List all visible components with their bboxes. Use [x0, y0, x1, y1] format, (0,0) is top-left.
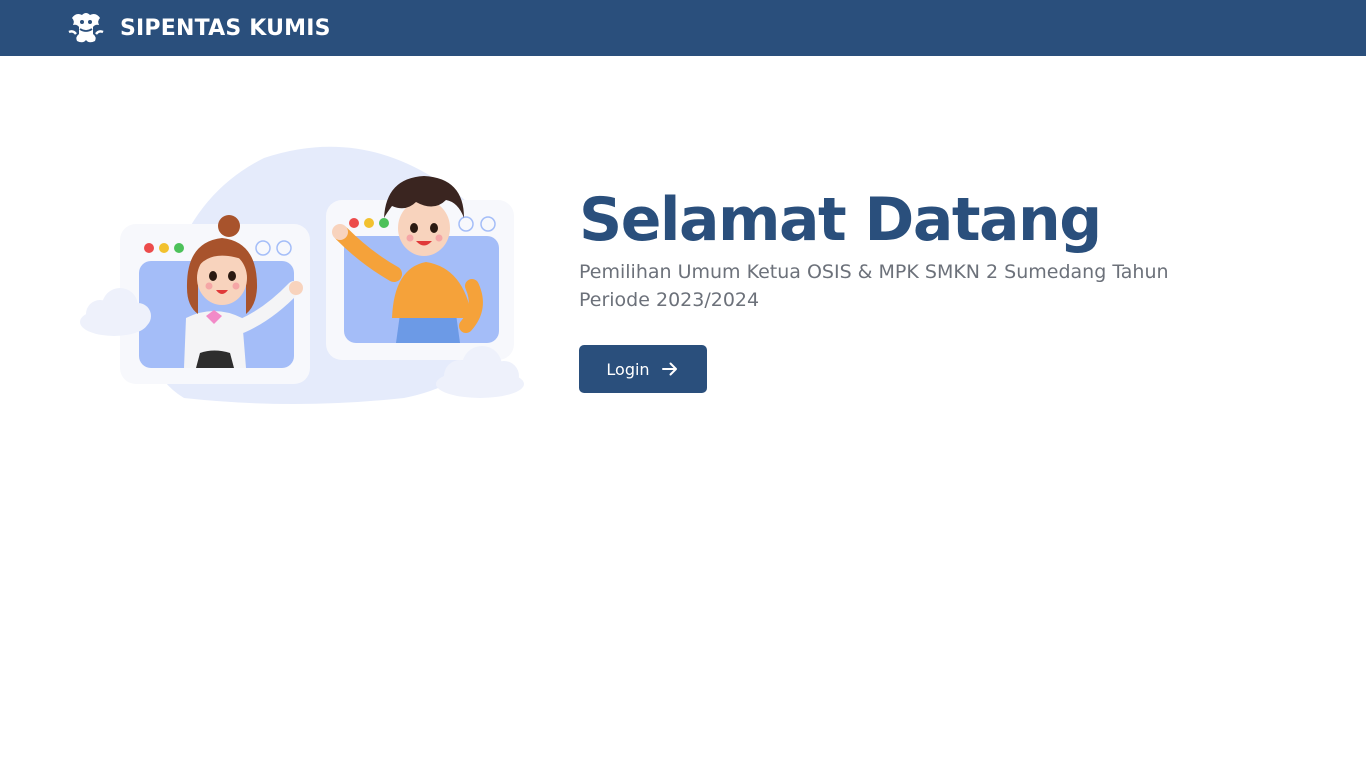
hero-subtitle: Pemilihan Umum Ketua OSIS & MPK SMKN 2 S… [579, 261, 1169, 311]
brand-link[interactable]: SIPENTAS KUMIS [66, 10, 331, 46]
brand-name: SIPENTAS KUMIS [120, 15, 331, 41]
top-navbar: SIPENTAS KUMIS [0, 0, 1366, 56]
hero-title: Selamat Datang [579, 185, 1102, 255]
video-call-illustration [80, 146, 524, 404]
arrow-right-icon [661, 362, 677, 376]
hero-text: Selamat Datang Pemilihan Umum Ketua OSIS… [579, 184, 1239, 314]
emblem-icon [68, 13, 104, 43]
login-button[interactable]: Login [579, 345, 707, 393]
login-button-label: Login [606, 359, 650, 379]
